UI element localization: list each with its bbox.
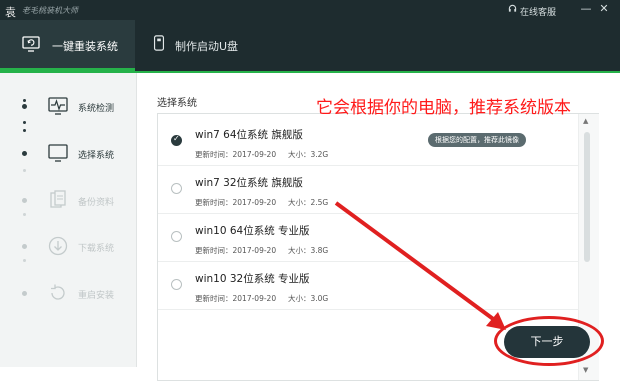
annotation-circle xyxy=(494,316,604,366)
annotation-arrow xyxy=(334,201,506,330)
scroll-down-icon[interactable]: ▼ xyxy=(583,366,588,374)
